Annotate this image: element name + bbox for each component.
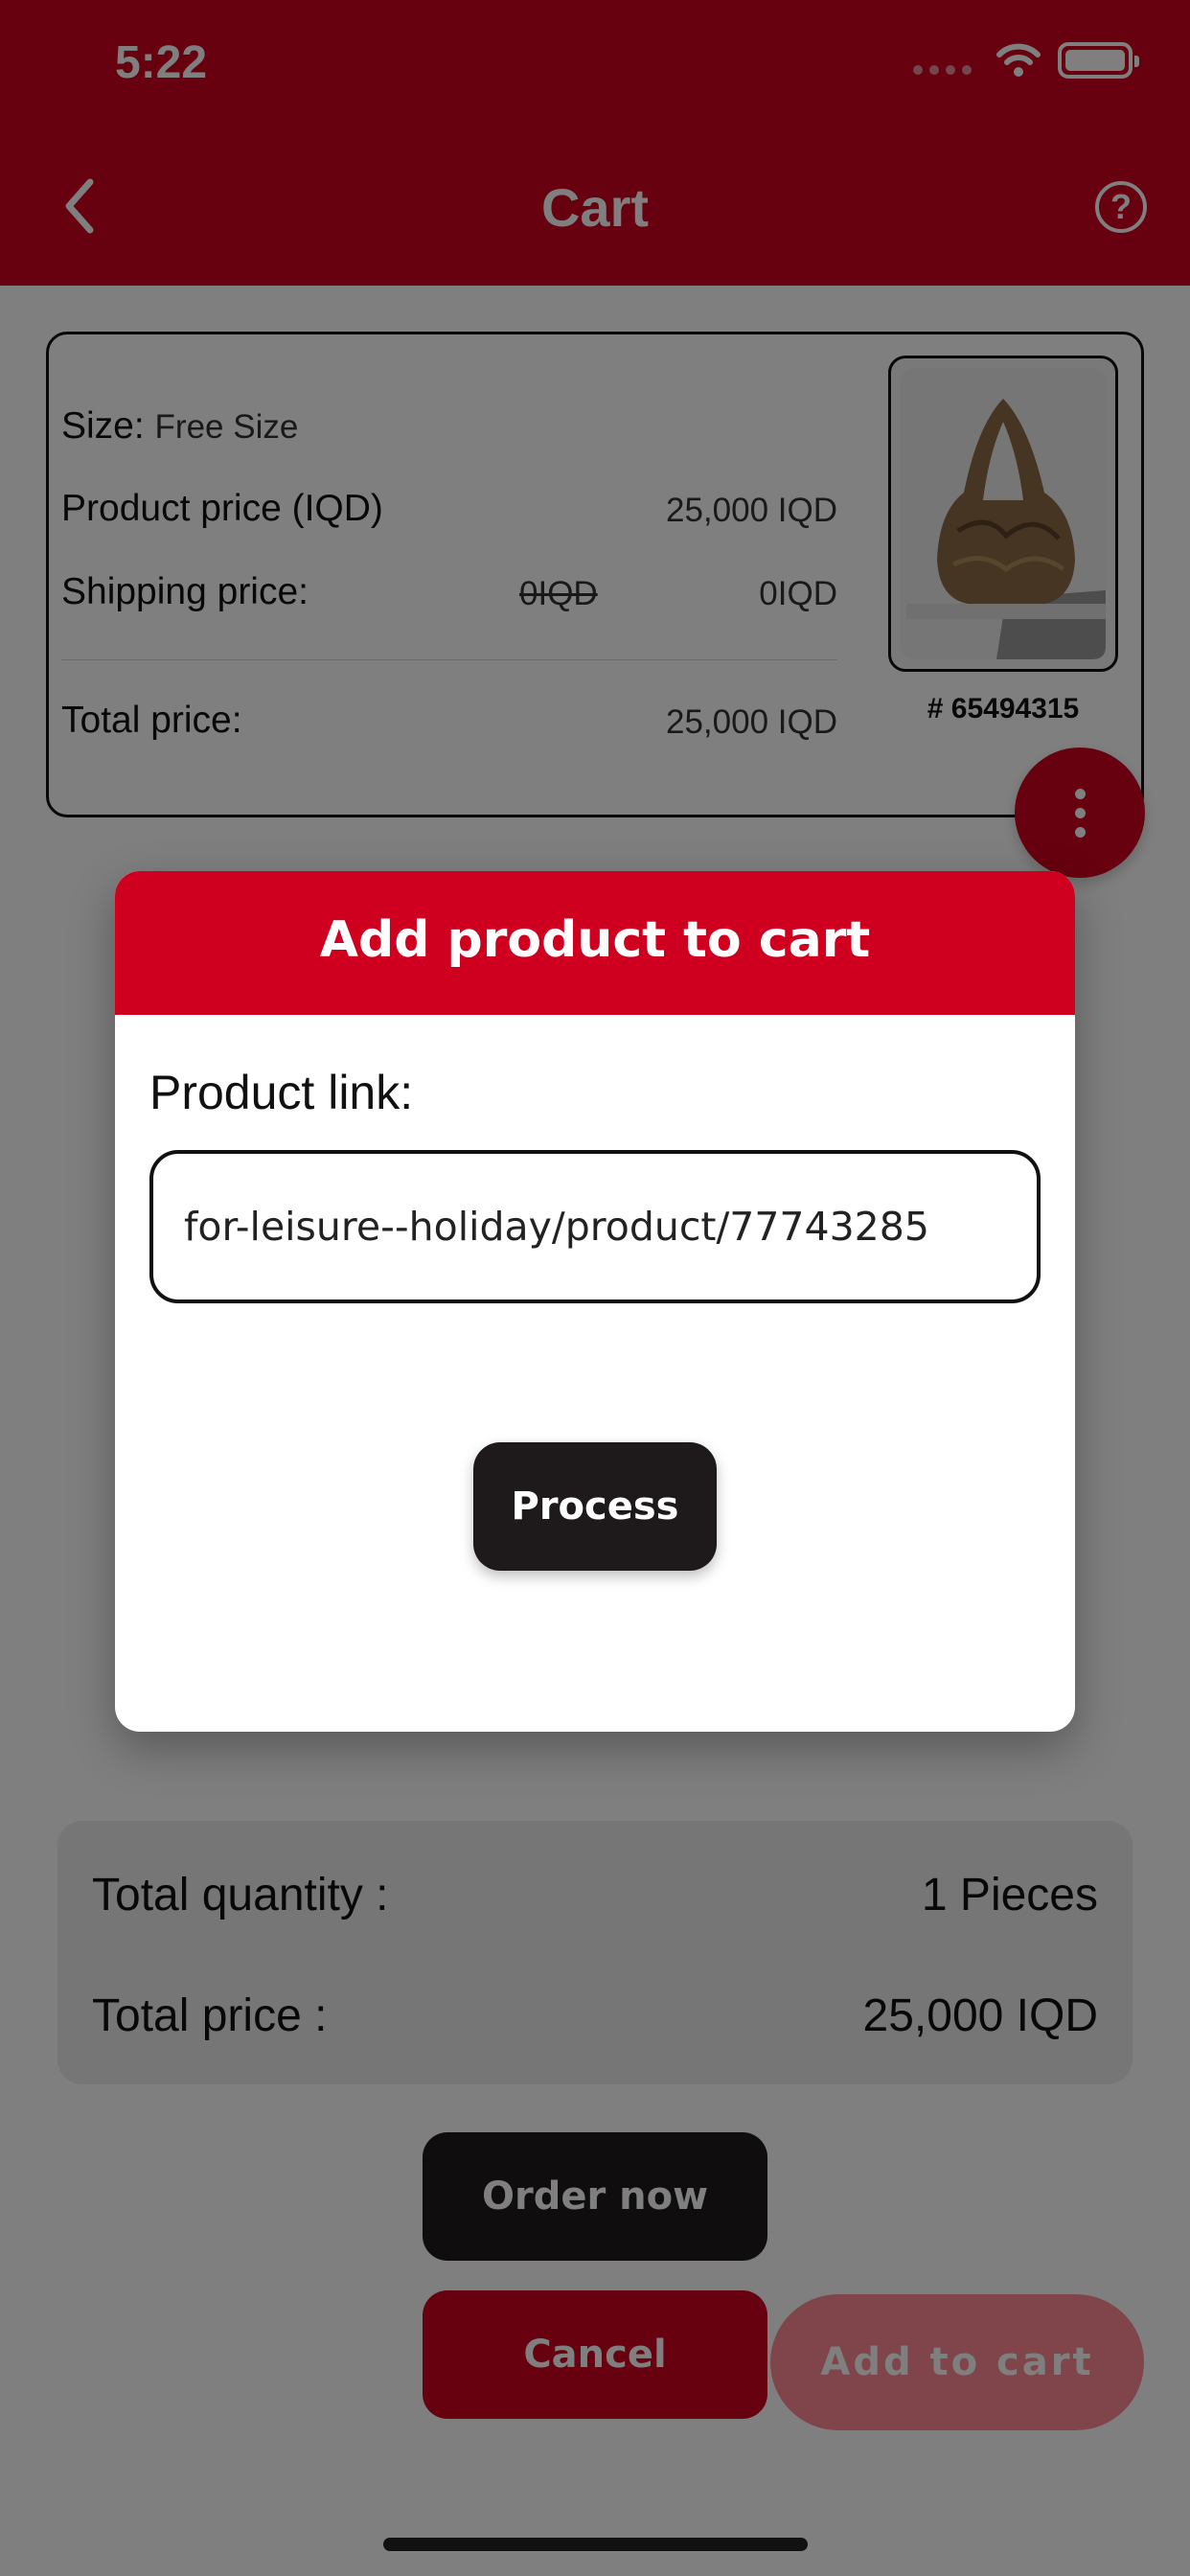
process-button[interactable]: Process [473,1442,717,1571]
dialog-header: Add product to cart [115,871,1075,1015]
add-product-dialog: Add product to cart Product link: Proces… [115,871,1075,1732]
home-indicator [383,2538,808,2551]
product-link-label: Product link: [149,1066,414,1119]
dialog-title: Add product to cart [319,911,871,969]
product-link-input[interactable] [149,1150,1041,1303]
